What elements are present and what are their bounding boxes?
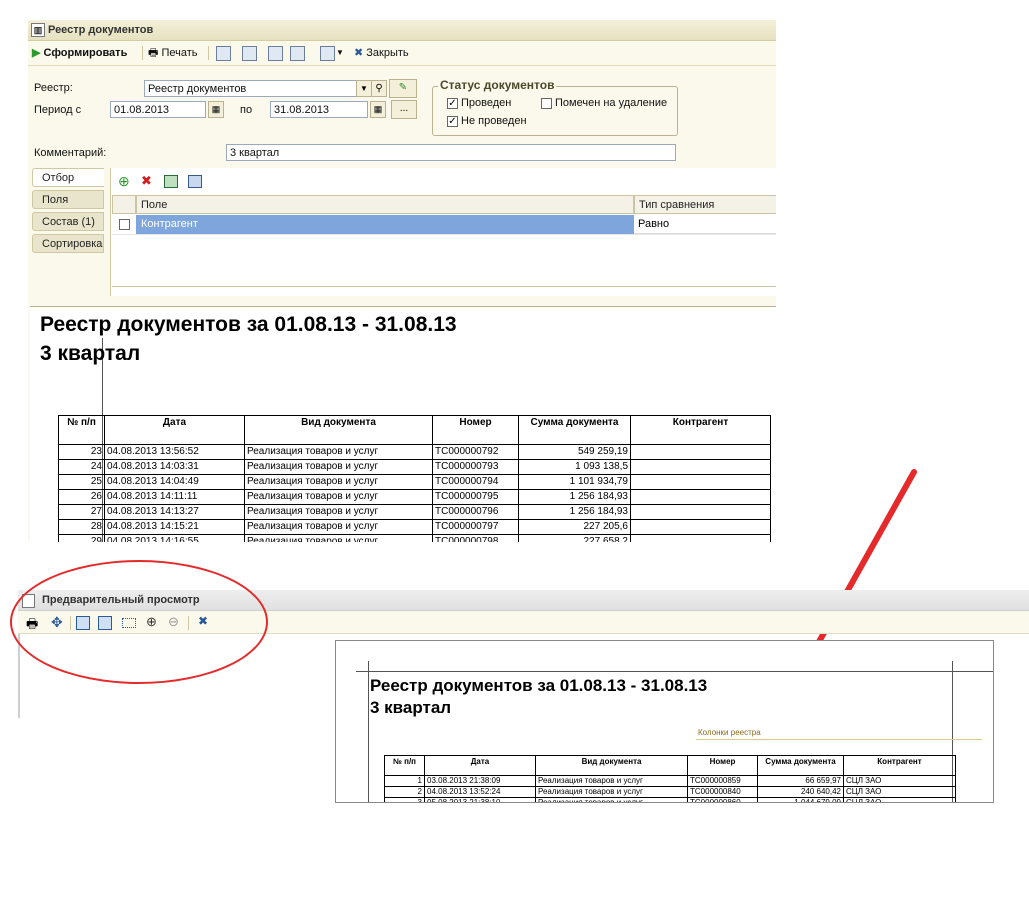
- cell-num: 3: [384, 797, 425, 802]
- cell-contractor: СЦЛ ЗАО: [843, 775, 956, 787]
- cell-contractor: СЦЛ ЗАО: [843, 797, 956, 802]
- table-row: 3 05.08.2013 21:38:10 Реализация товаров и…: [384, 797, 956, 802]
- columns-label: Колонки реестра: [698, 728, 761, 737]
- cell-amount: 66 659,97: [757, 775, 844, 787]
- cell-contractor: СЦЛ ЗАО: [843, 786, 956, 798]
- preview-report-title: Реестр документов за 01.08.13 - 31.08.13: [370, 676, 708, 695]
- cell-date: 03.08.2013 21:38:09: [424, 775, 536, 787]
- cell-date: 05.08.2013 21:38:10: [424, 797, 536, 802]
- table-row: 2 04.08.2013 13:52:24 Реализация товаров и…: [384, 786, 956, 798]
- cell-date: 04.08.2013 13:52:24: [424, 786, 536, 798]
- cell-doc-type: Реализация товаров и услуг: [535, 797, 688, 802]
- cell-doc-type: Реализация товаров и услуг: [535, 786, 688, 798]
- col-header-number: Номер: [687, 755, 758, 776]
- col-header-contractor: Контрагент: [843, 755, 956, 776]
- cell-amount: 240 640,42: [757, 786, 844, 798]
- cell-number: ТС000000859: [687, 775, 758, 787]
- cell-number: ТС000000840: [687, 786, 758, 798]
- cell-num: 1: [384, 775, 425, 787]
- table-row: 1 03.08.2013 21:38:09 Реализация товаров и…: [384, 775, 956, 787]
- preview-report-table: № п/п Дата Вид документа Номер Сумма док…: [384, 755, 956, 802]
- preview-page: Реестр документов за 01.08.13 - 31.08.13…: [335, 640, 994, 803]
- preview-report-subtitle: 3 квартал: [370, 698, 452, 717]
- col-header-date: Дата: [424, 755, 536, 776]
- annotation-circle: [10, 560, 268, 684]
- cell-number: ТС000000860: [687, 797, 758, 802]
- col-header-num: № п/п: [384, 755, 425, 776]
- cell-num: 2: [384, 786, 425, 798]
- cell-doc-type: Реализация товаров и услуг: [535, 775, 688, 787]
- col-header-amount: Сумма документа: [757, 755, 844, 776]
- col-header-doc-type: Вид документа: [535, 755, 688, 776]
- cell-amount: 1 044 679,09: [757, 797, 844, 802]
